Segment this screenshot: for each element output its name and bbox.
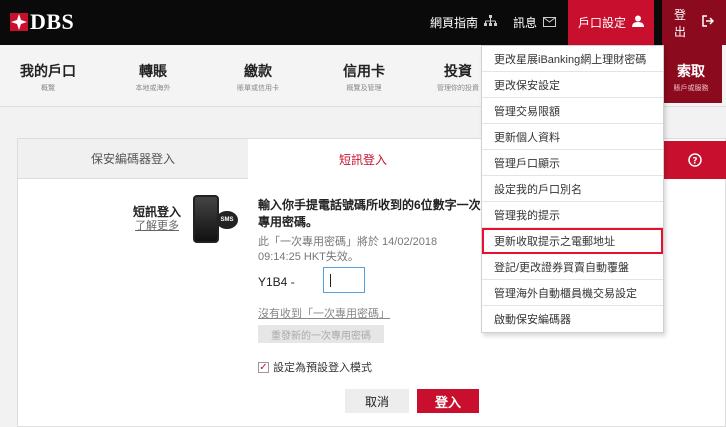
- not-received-link[interactable]: 沒有收到「一次專用密碼」: [258, 305, 390, 321]
- tab-sms-login[interactable]: 短訊登入: [248, 139, 478, 179]
- logo-text: DBS: [30, 9, 75, 34]
- nav-subtitle: 本地或海外: [135, 85, 171, 92]
- nav-title: 投資: [444, 63, 472, 79]
- menu-item-activate-token[interactable]: 啟動保安編碼器: [482, 306, 663, 332]
- nav-request[interactable]: 索取 賬戶或服務: [660, 45, 722, 103]
- menu-item-manage-alerts[interactable]: 管理我的提示: [482, 202, 663, 228]
- sitemap-icon: [483, 15, 497, 30]
- menu-item-overseas-atm[interactable]: 管理海外自動櫃員機交易設定: [482, 280, 663, 306]
- user-icon: [632, 15, 644, 30]
- messages-label: 訊息: [512, 16, 537, 30]
- account-settings-link[interactable]: 戶口設定: [567, 0, 654, 45]
- menu-item-change-password[interactable]: 更改星展iBanking網上理財密碼: [482, 46, 663, 72]
- nav-title: 信用卡: [343, 63, 385, 79]
- mail-icon: [542, 16, 556, 30]
- login-button[interactable]: 登入: [417, 389, 479, 413]
- top-bar: DBS 網頁指南 訊息 戶口設定 登出: [0, 0, 726, 45]
- nav-subtitle: 概覽: [41, 85, 55, 92]
- account-settings-dropdown: 更改星展iBanking網上理財密碼 更改保安設定 管理交易限額 更新個人資料 …: [481, 45, 664, 333]
- nav-transfer[interactable]: 轉賬 本地或海外: [125, 61, 181, 93]
- dbs-star-icon: [10, 13, 28, 31]
- learn-more-link[interactable]: 了解更多: [135, 217, 179, 233]
- menu-item-securities-auto-reconfirm[interactable]: 登記/更改證券買賣自動覆盤: [482, 254, 663, 280]
- menu-item-security-settings[interactable]: 更改保安設定: [482, 72, 663, 98]
- nav-title: 索取: [677, 63, 705, 79]
- menu-item-alert-email[interactable]: 更新收取提示之電郵地址: [482, 228, 663, 254]
- site-guide-label: 網頁指南: [429, 16, 478, 30]
- menu-item-account-display[interactable]: 管理戶口顯示: [482, 150, 663, 176]
- site-guide-link[interactable]: 網頁指南: [422, 0, 505, 45]
- default-login-mode-label: 設定為預設登入模式: [273, 362, 372, 374]
- logout-link[interactable]: 登出: [662, 0, 726, 45]
- otp-prefix: Y1B4 -: [258, 275, 295, 289]
- tab-security-token[interactable]: 保安編碼器登入: [18, 139, 248, 179]
- menu-item-account-nickname[interactable]: 設定我的戶口別名: [482, 176, 663, 202]
- nav-subtitle: 賬單或信用卡: [237, 85, 279, 92]
- nav-subtitle: 管理你的投資: [437, 85, 479, 92]
- checkbox-checked-icon[interactable]: ✓: [258, 361, 269, 373]
- sms-bubble-icon: SMS: [216, 211, 238, 229]
- menu-item-transaction-limits[interactable]: 管理交易限額: [482, 98, 663, 124]
- nav-title: 繳款: [244, 63, 272, 79]
- nav-subtitle: 賬戶或服務: [673, 85, 709, 92]
- nav-subtitle: 概覽及管理: [346, 85, 382, 92]
- otp-input[interactable]: [323, 267, 365, 293]
- menu-item-update-personal-info[interactable]: 更新個人資料: [482, 124, 663, 150]
- nav-payments[interactable]: 繳款 賬單或信用卡: [226, 61, 290, 93]
- dbs-logo[interactable]: DBS: [10, 9, 74, 35]
- cancel-button[interactable]: 取消: [345, 389, 409, 413]
- text-caret: [330, 274, 331, 287]
- nav-title: 我的戶口: [20, 63, 76, 79]
- messages-link[interactable]: 訊息: [505, 0, 564, 45]
- logout-icon: [702, 15, 715, 30]
- svg-text:?: ?: [692, 157, 697, 167]
- account-settings-label: 戶口設定: [577, 16, 626, 30]
- otp-instruction: 輸入你手提電話號碼所收到的6位數字一次專用密碼。: [258, 198, 481, 229]
- default-login-mode-checkbox[interactable]: ✓ 設定為預設登入模式: [258, 359, 372, 375]
- otp-expiry-note: 此「一次專用密碼」將於 14/02/2018 09:14:25 HKT失效。: [258, 236, 438, 263]
- resend-otp-button[interactable]: 重發新的一次專用密碼: [258, 325, 384, 343]
- nav-title: 轉賬: [139, 63, 167, 79]
- nav-my-account[interactable]: 我的戶口 概覽: [20, 61, 76, 93]
- help-icon[interactable]: ?: [663, 141, 726, 179]
- nav-credit-card[interactable]: 信用卡 概覽及管理: [336, 61, 392, 93]
- logout-label: 登出: [674, 7, 687, 39]
- nav-investment[interactable]: 投資 管理你的投資: [430, 61, 486, 93]
